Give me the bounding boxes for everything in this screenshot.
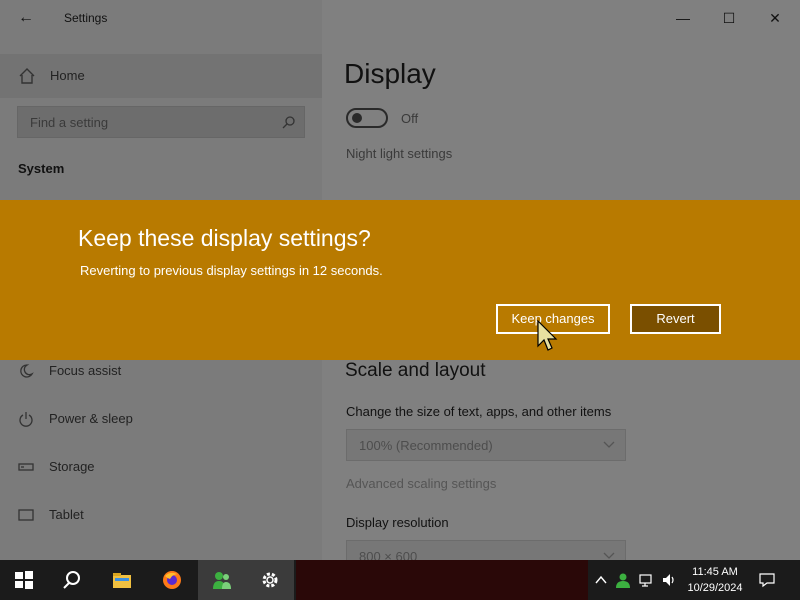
sidebar-item-storage[interactable]: Storage	[0, 445, 322, 489]
tray-volume-button[interactable]	[658, 560, 680, 600]
advanced-scaling-link[interactable]: Advanced scaling settings	[346, 476, 496, 491]
resolution-label: Display resolution	[346, 515, 449, 530]
chevron-up-icon	[595, 575, 607, 584]
title-bar: ← Settings — ☐ ✕	[0, 0, 800, 36]
sidebar-item-home[interactable]: Home	[0, 54, 322, 98]
close-button[interactable]: ✕	[752, 0, 798, 36]
power-icon	[19, 412, 33, 427]
sidebar-item-label: Storage	[49, 459, 95, 474]
moon-icon	[20, 364, 34, 378]
mouse-cursor-icon	[537, 320, 558, 351]
taskbar: 11:45 AM 10/29/2024	[0, 560, 800, 600]
scale-dropdown[interactable]: 100% (Recommended)	[346, 429, 626, 461]
storage-icon	[18, 463, 34, 471]
tablet-icon	[18, 509, 34, 521]
action-center-button[interactable]	[756, 560, 778, 600]
taskbar-background-window	[296, 560, 588, 600]
toggle-knob	[352, 113, 362, 123]
section-title: System	[18, 161, 65, 176]
sidebar-item-label: Tablet	[49, 507, 84, 522]
tray-chevron-button[interactable]	[590, 560, 612, 600]
chevron-down-icon	[603, 552, 615, 559]
people-app-icon	[213, 572, 231, 589]
clock-date: 10/29/2024	[687, 582, 743, 594]
settings-icon	[262, 572, 278, 588]
tray-people-button[interactable]	[612, 560, 634, 600]
keep-settings-dialog: Keep these display settings? Reverting t…	[0, 200, 800, 360]
home-icon	[19, 68, 35, 84]
taskbar-clock[interactable]: 11:45 AM 10/29/2024	[682, 564, 748, 596]
resolution-dropdown[interactable]: 800 × 600	[346, 540, 626, 560]
revert-button[interactable]: Revert	[630, 304, 721, 334]
minimize-button[interactable]: —	[660, 0, 706, 36]
tray-network-button[interactable]	[636, 560, 658, 600]
toggle-state-label: Off	[401, 111, 419, 126]
file-explorer-button[interactable]	[98, 560, 146, 600]
page-title: Display	[344, 58, 436, 89]
sidebar-item-label: Home	[50, 68, 85, 83]
resolution-value: 800 × 600	[359, 549, 418, 560]
maximize-button[interactable]: ☐	[706, 0, 752, 36]
chevron-down-icon	[603, 441, 615, 448]
night-light-settings-link[interactable]: Night light settings	[346, 146, 452, 161]
scale-layout-heading: Scale and layout	[345, 360, 486, 381]
people-app-button[interactable]	[198, 560, 246, 600]
file-explorer-icon	[113, 573, 131, 588]
user-icon	[616, 573, 630, 588]
taskbar-search-button[interactable]	[48, 560, 96, 600]
search-placeholder: Find a setting	[30, 115, 109, 130]
search-icon	[63, 571, 80, 589]
firefox-button[interactable]	[148, 560, 196, 600]
sidebar-item-power-sleep[interactable]: Power & sleep	[0, 397, 322, 441]
firefox-icon	[163, 571, 181, 589]
settings-button[interactable]	[246, 560, 294, 600]
clock-time: 11:45 AM	[692, 566, 738, 578]
sidebar-item-tablet[interactable]: Tablet	[0, 493, 322, 537]
search-icon	[282, 116, 295, 129]
window-title: Settings	[64, 11, 108, 25]
night-light-toggle[interactable]	[346, 108, 388, 128]
volume-icon	[663, 574, 674, 586]
windows-start-icon	[15, 571, 33, 589]
network-icon	[639, 574, 652, 587]
windows-start-button[interactable]	[0, 560, 48, 600]
sidebar-item-label: Power & sleep	[49, 411, 133, 426]
dialog-title: Keep these display settings?	[78, 225, 371, 251]
dialog-message: Reverting to previous display settings i…	[80, 263, 383, 278]
search-input[interactable]: Find a setting	[17, 106, 305, 138]
change-size-label: Change the size of text, apps, and other…	[346, 404, 612, 419]
sidebar-item-label: Focus assist	[49, 363, 122, 378]
scale-value: 100% (Recommended)	[359, 438, 493, 453]
notification-icon	[759, 573, 775, 588]
back-button[interactable]: ←	[12, 7, 40, 29]
